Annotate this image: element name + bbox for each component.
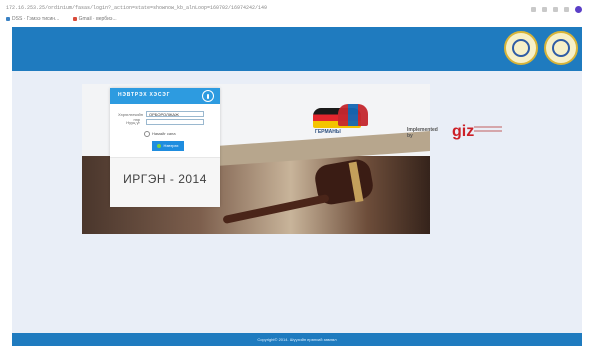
username-row: Хэрэглэгчийн нэр ОРБОРОЛЖАЖ <box>118 111 212 122</box>
giz-lines-icon <box>474 126 502 136</box>
remember-label: Намайг сана <box>152 131 176 137</box>
password-field[interactable] <box>146 119 204 125</box>
password-label: Нууц үг <box>126 120 140 125</box>
page-footer: Copyright© 2014. Шүүхийн ерөнхий зөвлөл <box>12 333 582 346</box>
password-row: Нууц үг <box>118 119 212 126</box>
implemented-by-label: Implemented by <box>407 127 438 139</box>
extension-icon[interactable] <box>553 6 558 12</box>
login-card: НЭВТРЭХ ХЭСЭГ Хэрэглэгчийн нэр ОРБОРОЛЖА… <box>110 88 220 207</box>
remember-radio-icon[interactable] <box>144 131 150 137</box>
gmail-icon <box>72 16 77 21</box>
bookmark-dss[interactable]: DSS · Гэмээ тисин... <box>6 16 65 22</box>
info-icon <box>202 90 214 102</box>
copyright-text: Copyright© 2014. Шүүхийн ерөнхий зөвлөл <box>257 337 337 342</box>
justice-emblem-icon <box>544 31 578 65</box>
login-button[interactable]: Нэвтрэх <box>152 141 184 151</box>
bookmark-icon <box>6 16 10 21</box>
site-header <box>12 27 582 71</box>
main-content-area: Германы Implemented by giz <box>12 71 582 333</box>
login-header: НЭВТРЭХ ХЭСЭГ <box>110 88 220 104</box>
address-bar[interactable]: 172.16.253.25/ordinium/fasas/login?_acti… <box>6 4 446 12</box>
remember-me[interactable]: Намайг сана <box>144 131 176 137</box>
star-icon[interactable] <box>542 6 547 12</box>
giz-logo: giz <box>452 123 475 140</box>
profile-icon[interactable] <box>575 5 582 13</box>
bookmarks-bar: DSS · Гэмээ тисин... Gmail · вербиэ... <box>6 15 129 23</box>
year-text: ИРГЭН - 2014 <box>123 172 207 186</box>
court-emblem-icon <box>504 31 538 65</box>
browser-toolbar-icons <box>531 5 582 13</box>
menu-icon[interactable] <box>564 6 569 12</box>
bookmark-gmail[interactable]: Gmail · вербиэ... <box>72 16 123 22</box>
login-year-panel: ИРГЭН - 2014 <box>110 157 220 207</box>
mongolia-flag-icon <box>338 104 368 126</box>
browser-chrome: 172.16.253.25/ordinium/fasas/login?_acti… <box>0 0 592 26</box>
share-icon[interactable] <box>531 6 536 12</box>
germany-label: Германы <box>315 129 341 135</box>
username-field[interactable]: ОРБОРОЛЖАЖ <box>146 111 204 117</box>
username-value: ОРБОРОЛЖАЖ <box>149 112 179 117</box>
login-title: НЭВТРЭХ ХЭСЭГ <box>118 92 171 98</box>
